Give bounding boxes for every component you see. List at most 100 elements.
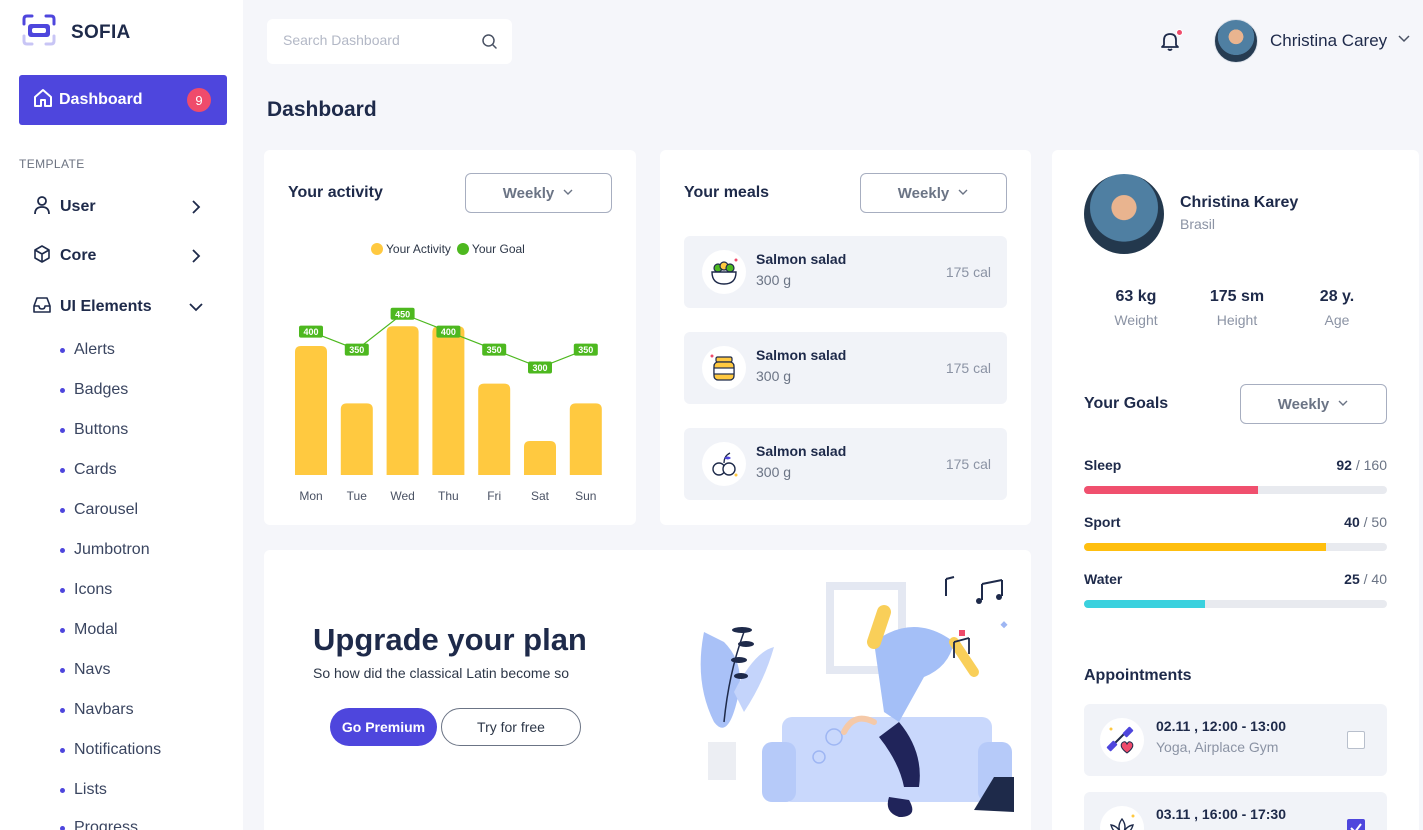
search-input[interactable] (283, 32, 473, 48)
meal-weight: 300 g (756, 464, 792, 480)
stat-label: Age (1324, 312, 1350, 328)
profile-name: Christina Karey (1180, 194, 1299, 211)
goal-data-label: 350 (349, 345, 364, 355)
legend-label: Your Goal (471, 242, 525, 256)
x-tick-label: Thu (438, 489, 459, 503)
bullet-dot (60, 387, 65, 393)
stat-value: 175 sm (1209, 288, 1265, 305)
goal-data-label: 400 (441, 327, 456, 337)
sidebar-subitem-label: Alerts (74, 341, 115, 358)
sidebar-subitem-progress[interactable]: Progress (60, 819, 138, 830)
stat-label: Height (1216, 312, 1258, 328)
sidebar-item-user[interactable]: User (32, 192, 212, 222)
chevron-down-icon (188, 299, 204, 320)
sidebar-item-dashboard[interactable]: Dashboard 9 (19, 75, 227, 125)
sidebar-subitem-carousel[interactable]: Carousel (60, 501, 138, 519)
stat-label: Weight (1114, 312, 1158, 328)
bullet-dot (60, 587, 65, 593)
notification-dot (1176, 29, 1183, 36)
sidebar-item-label: UI Elements (60, 298, 152, 315)
sidebar-subitem-alerts[interactable]: Alerts (60, 341, 115, 359)
chevron-right-icon (188, 248, 204, 269)
sidebar-subitem-navs[interactable]: Navs (60, 661, 110, 679)
goal-current: 40 (1344, 514, 1360, 530)
sidebar-subitem-navbars[interactable]: Navbars (60, 701, 134, 719)
appointment-time: 03.11 , 16:00 - 17:30 (1156, 806, 1286, 822)
activity-bar (524, 440, 556, 475)
legend-swatch (456, 243, 469, 255)
appointment-item[interactable]: 02.11 , 12:00 - 13:00 Yoga, Airplace Gym (1084, 704, 1387, 776)
goal-total: / 160 (1355, 457, 1387, 473)
lotus-icon (1100, 806, 1144, 830)
goals-period-select[interactable]: Weekly (1240, 384, 1387, 424)
meal-item[interactable]: Salmon salad 300 g 175 cal (684, 236, 1007, 308)
goal-data-label: 450 (395, 309, 410, 319)
bullet-dot (60, 507, 65, 513)
sidebar-subitem-label: Jumbotron (74, 541, 150, 558)
goal-data-label: 350 (578, 345, 593, 355)
user-menu[interactable]: Christina Carey (1214, 19, 1411, 63)
checkmark-icon (1350, 823, 1362, 830)
progress-fill (1084, 543, 1327, 551)
goal-data-label: 350 (487, 345, 502, 355)
meal-item[interactable]: Salmon salad 300 g 175 cal (684, 428, 1007, 500)
notifications-button[interactable] (1159, 29, 1183, 57)
activity-card: Your activity Weekly Your Activity Your … (264, 150, 636, 525)
meal-item[interactable]: Salmon salad 300 g 175 cal (684, 332, 1007, 404)
meals-period-select[interactable]: Weekly (860, 173, 1007, 213)
x-tick-label: Wed (390, 489, 414, 503)
search-icon[interactable] (481, 33, 498, 55)
sidebar-subitem-lists[interactable]: Lists (60, 781, 107, 799)
honey-jar-icon (702, 346, 746, 390)
activity-bar (386, 326, 419, 475)
profile-card: Christina Karey Brasil 63 kg Weight 175 … (1052, 150, 1419, 830)
chevron-down-icon (957, 185, 969, 202)
home-icon (33, 88, 53, 113)
progress-fill (1084, 486, 1259, 494)
logo[interactable]: SOFIA (21, 14, 131, 51)
x-tick-label: Sat (531, 489, 550, 503)
inbox-icon (32, 295, 52, 320)
stat-height: 175 sm Height (1197, 288, 1277, 328)
meal-calories: 175 cal (945, 456, 991, 472)
sidebar-subitem-buttons[interactable]: Buttons (60, 421, 128, 439)
sidebar-subitem-badges[interactable]: Badges (60, 381, 128, 399)
go-premium-button[interactable]: Go Premium (330, 708, 437, 746)
brand-name: SOFIA (71, 21, 131, 43)
sidebar-subitem-label: Lists (74, 781, 107, 798)
bullet-dot (60, 787, 65, 793)
card-title: Your meals (684, 184, 770, 201)
sidebar-subitem-label: Modal (74, 621, 118, 638)
search-box (267, 19, 512, 64)
bullet-dot (60, 825, 65, 830)
bullet-dot (60, 427, 65, 433)
appointment-item[interactable]: 03.11 , 16:00 - 17:30 (1084, 792, 1387, 830)
progress-track (1084, 486, 1387, 494)
sidebar-item-core[interactable]: Core (32, 241, 212, 271)
x-tick-label: Fri (487, 489, 501, 503)
avatar (1214, 19, 1258, 63)
sidebar-item-label: Core (60, 247, 97, 264)
appointment-checkbox[interactable] (1347, 819, 1365, 830)
activity-bar (340, 403, 373, 475)
sidebar-subitem-icons[interactable]: Icons (60, 581, 112, 599)
sidebar-subitem-label: Progress (74, 819, 139, 830)
sidebar-subitem-label: Badges (74, 381, 129, 398)
card-title: Your activity (288, 184, 383, 201)
sidebar-subitem-modal[interactable]: Modal (60, 621, 118, 639)
sidebar-subitem-jumbotron[interactable]: Jumbotron (60, 541, 150, 559)
activity-period-select[interactable]: Weekly (465, 173, 612, 213)
notification-count-badge: 9 (187, 88, 211, 112)
x-tick-label: Tue (347, 489, 368, 503)
stat-age: 28 y. Age (1297, 288, 1377, 328)
sidebar-item-ui-elements[interactable]: UI Elements (32, 292, 212, 322)
try-for-free-button[interactable]: Try for free (441, 708, 581, 746)
bell-icon (1159, 33, 1181, 56)
x-tick-label: Mon (299, 489, 322, 503)
sidebar-subitem-label: Carousel (74, 501, 139, 518)
bullet-dot (60, 547, 65, 553)
appointment-checkbox[interactable] (1347, 731, 1365, 749)
sidebar-subitem-notifications[interactable]: Notifications (60, 741, 161, 759)
sidebar-subitem-cards[interactable]: Cards (60, 461, 117, 479)
activity-bar (432, 326, 465, 475)
